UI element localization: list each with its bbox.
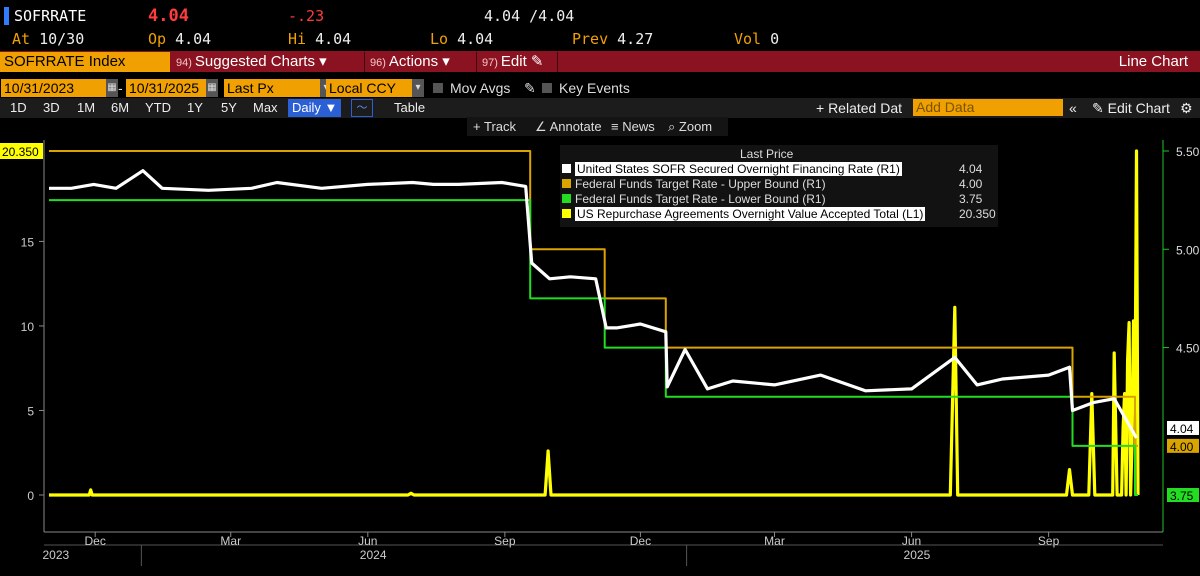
right-axis-tick-label: 4.50 (1176, 342, 1200, 356)
left-last-value-label: 20.350 (2, 145, 39, 159)
x-axis-month-label: Mar (764, 534, 785, 548)
left-axis-tick-label: 5 (27, 404, 34, 418)
lower-bound-last-tag: 3.75 (1170, 489, 1194, 503)
upper-bound-last-tag: 4.00 (1170, 440, 1194, 454)
legend-swatch (562, 179, 571, 188)
legend-value: 3.75 (959, 192, 983, 206)
x-axis-month-label: Jun (358, 534, 377, 548)
legend-label: Federal Funds Target Rate - Lower Bound … (575, 192, 826, 206)
left-axis-tick-label: 10 (21, 320, 35, 334)
x-axis-year-label: 2023 (42, 548, 69, 562)
legend-swatch (562, 194, 571, 203)
x-axis-year-label: 2025 (904, 548, 931, 562)
legend-swatch (562, 209, 571, 218)
x-axis-month-label: Jun (902, 534, 921, 548)
left-axis-tick-label: 0 (27, 489, 34, 503)
x-axis-year-label: 2024 (360, 548, 387, 562)
legend-label: Federal Funds Target Rate - Upper Bound … (575, 177, 826, 191)
x-axis-month-label: Dec (85, 534, 106, 548)
x-axis-month-label: Sep (494, 534, 516, 548)
legend-label: United States SOFR Secured Overnight Fin… (575, 162, 902, 176)
line-chart[interactable]: 0 5 10 15 20.350 5.50 5.00 4.50 Dec Mar Jun Sep Dec M… (0, 0, 1200, 576)
x-axis-month-label: Mar (220, 534, 241, 548)
legend-value: 4.04 (959, 162, 983, 176)
legend-label: US Repurchase Agreements Overnight Value… (575, 207, 926, 221)
chart-legend: Last Price United States SOFR Secured Ov… (560, 145, 998, 227)
legend-value: 20.350 (959, 207, 996, 221)
x-axis-month-label: Dec (630, 534, 651, 548)
legend-swatch (562, 164, 571, 173)
sofr-last-tag: 4.04 (1170, 422, 1194, 436)
legend-title: Last Price (740, 147, 794, 161)
right-axis-tick-label: 5.00 (1176, 243, 1200, 257)
x-axis-month-label: Sep (1038, 534, 1060, 548)
left-axis-tick-label: 15 (21, 235, 35, 249)
legend-value: 4.00 (959, 177, 983, 191)
right-axis-tick-label: 5.50 (1176, 145, 1200, 159)
